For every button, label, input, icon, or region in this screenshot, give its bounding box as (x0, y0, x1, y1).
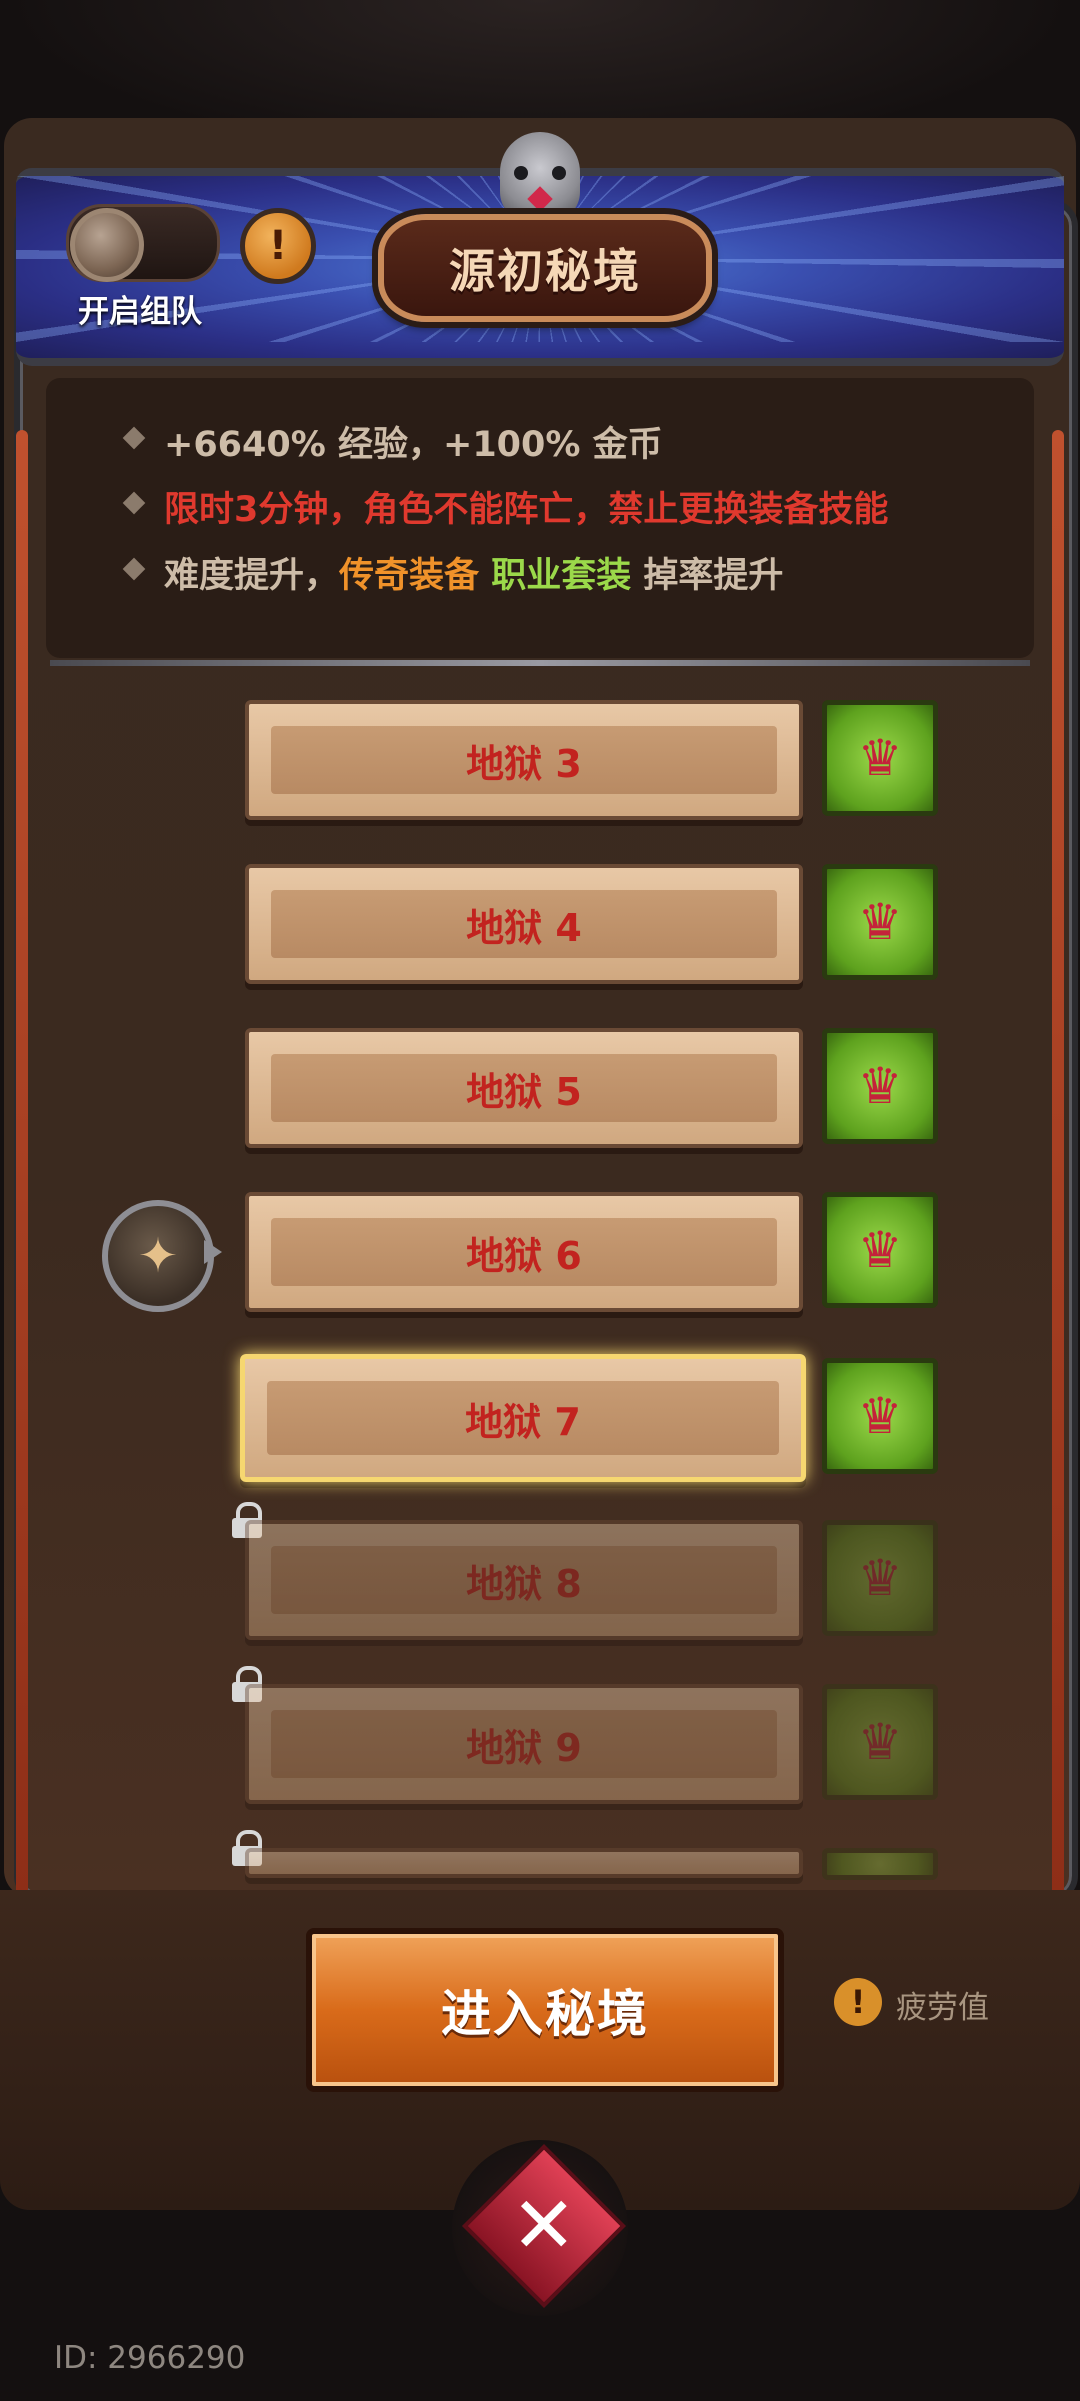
left-rail (16, 430, 28, 1900)
chest-icon: ♛ (857, 1387, 903, 1445)
bonus-line-rules: 限时3分钟，角色不能阵亡，禁止更换装备技能 (164, 481, 888, 532)
level-label: 地狱 6 (466, 1233, 582, 1278)
level-label: 地狱 4 (466, 905, 582, 950)
reward-chest-button[interactable]: ♛ (822, 1684, 938, 1800)
level-hell-8-button[interactable]: 地狱 8 (245, 1520, 803, 1640)
toggle-knob[interactable] (70, 208, 144, 282)
info-icon[interactable]: ! (240, 208, 316, 284)
divider (50, 660, 1030, 666)
rules-text: 限时3分钟，角色不能阵亡，禁止更换装备技能 (164, 490, 889, 530)
reward-chest-button[interactable]: ♛ (822, 1028, 938, 1144)
drops-prefix: 难度提升， (164, 556, 340, 596)
chest-icon: ♛ (857, 729, 903, 787)
level-hell-7-button[interactable]: 地狱 7 (240, 1354, 806, 1482)
chest-icon: ♛ (857, 1549, 903, 1607)
drops-suffix: 掉率提升 (643, 556, 784, 596)
page-title: 源初秘境 (449, 244, 641, 298)
set-text: 职业套装 (491, 556, 632, 596)
chest-icon: ♛ (857, 893, 903, 951)
fatigue-info-icon[interactable]: ! (834, 1978, 882, 2026)
level-hell-9-button[interactable]: 地狱 9 (245, 1684, 803, 1804)
reward-chest-button[interactable]: ♛ (822, 864, 938, 980)
enter-dungeon-label: 进入秘境 (441, 1985, 649, 2043)
chest-icon: ♛ (857, 1713, 903, 1771)
skull-eye-icon (514, 166, 528, 180)
reward-chest-button[interactable]: ♛ (822, 1358, 938, 1474)
level-label: 地狱 5 (466, 1069, 582, 1114)
current-level-scroll-icon: ✦ (102, 1200, 214, 1312)
close-icon: ✕ (511, 2180, 577, 2271)
level-label: 地狱 9 (466, 1725, 582, 1770)
title-plate: 源初秘境 (378, 214, 712, 322)
level-hell-5-button[interactable]: 地狱 5 (245, 1028, 803, 1148)
level-hell-3-button[interactable]: 地狱 3 (245, 700, 803, 820)
right-rail (1052, 430, 1064, 1900)
team-toggle-label: 开启组队 (78, 294, 202, 330)
level-label: 地狱 7 (465, 1399, 581, 1444)
level-hell-4-button[interactable]: 地狱 4 (245, 864, 803, 984)
bonus-exp-text: +6640% 经验，+100% 金币 (164, 425, 663, 465)
bonus-line-exp: +6640% 经验，+100% 金币 (164, 416, 663, 467)
level-label: 地狱 3 (466, 741, 582, 786)
player-id: ID: 2966290 (54, 2340, 246, 2376)
marker-pointer-icon (204, 1240, 222, 1264)
skull-eye-icon (552, 166, 566, 180)
legendary-text: 传奇装备 (339, 556, 480, 596)
level-label: 地狱 8 (466, 1561, 582, 1606)
fatigue-label[interactable]: 疲劳值 (896, 1982, 989, 2027)
reward-chest-button[interactable] (822, 1848, 938, 1880)
bonus-line-drops: 难度提升，传奇装备 职业套装 掉率提升 (164, 547, 783, 598)
level-hell-6-button[interactable]: 地狱 6 (245, 1192, 803, 1312)
reward-chest-button[interactable]: ♛ (822, 1520, 938, 1636)
reward-chest-button[interactable]: ♛ (822, 1192, 938, 1308)
level-partial-button[interactable] (245, 1848, 803, 1878)
chest-icon: ♛ (857, 1057, 903, 1115)
enter-dungeon-button[interactable]: 进入秘境 (306, 1928, 784, 2092)
reward-chest-button[interactable]: ♛ (822, 700, 938, 816)
chest-icon: ♛ (857, 1221, 903, 1279)
